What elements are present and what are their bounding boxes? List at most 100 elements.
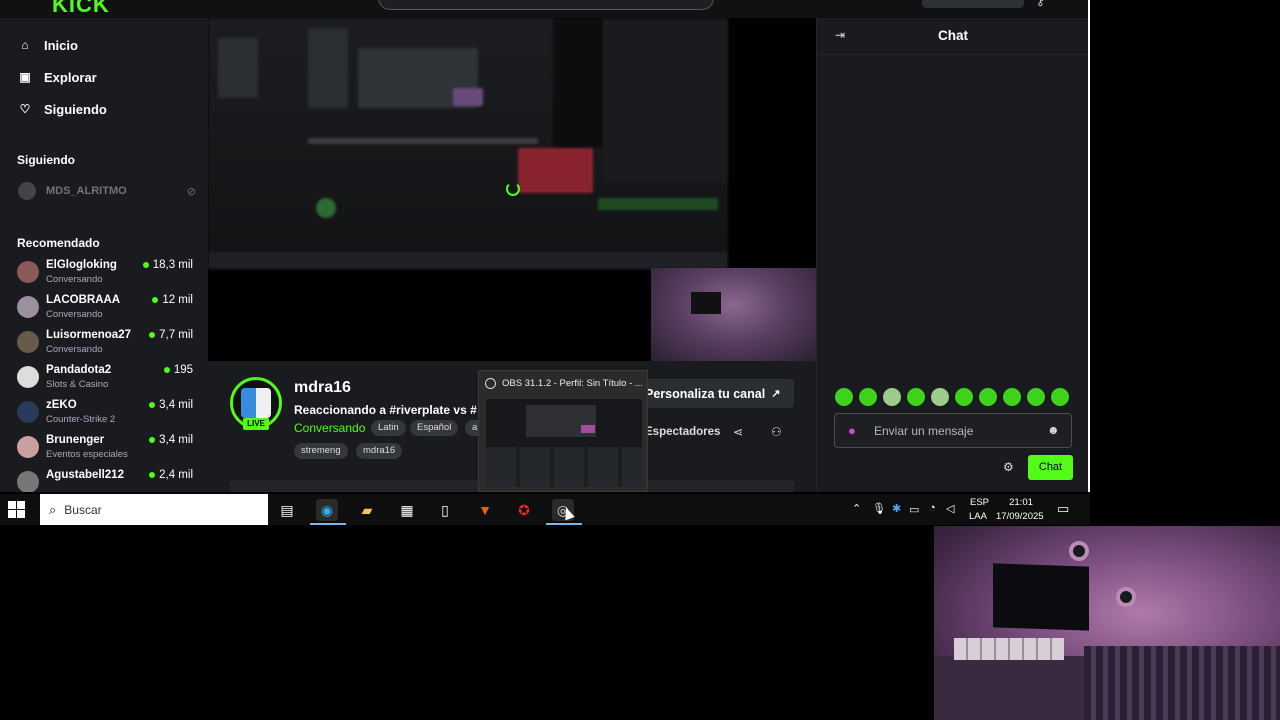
nav-item-siguiendo[interactable]: ♡ Siguiendo <box>18 97 107 121</box>
clock-time[interactable]: 21:01 <box>1009 497 1033 508</box>
avatar <box>17 366 39 388</box>
avatar <box>17 296 39 318</box>
chat-panel: ⇥ Chat ● Enviar un mensaje ☻ ⚙ Chat <box>816 18 1088 492</box>
stream-tag[interactable]: stremeng <box>294 443 348 459</box>
recommended-channel-item[interactable]: Pandadota2 Slots & Casino 195 <box>17 363 197 396</box>
avatar <box>18 182 36 200</box>
kick-logo[interactable]: KICK <box>52 0 110 18</box>
edge-browser-icon[interactable]: ◉ <box>316 499 338 521</box>
emote-icon[interactable] <box>955 388 973 406</box>
stream-tag[interactable]: Latin <box>371 420 406 436</box>
document-icon[interactable]: ▯ <box>434 499 456 521</box>
top-navbar: KICK ⚷ <box>0 0 1088 18</box>
channel-category: Conversando <box>46 274 103 285</box>
emote-icon[interactable] <box>883 388 901 406</box>
taskbar-thumbnail-popup[interactable]: OBS 31.1.2 - Perfil: Sin Título - ... <box>478 370 648 492</box>
thumbnail-title: OBS 31.1.2 - Perfil: Sin Título - ... <box>485 378 643 389</box>
channel-category: Conversando <box>46 309 103 320</box>
stream-tag[interactable]: Español <box>410 420 459 436</box>
recommended-section-title: Recomendado <box>17 236 100 250</box>
emote-icon[interactable] <box>835 388 853 406</box>
signup-button[interactable] <box>922 0 1024 8</box>
task-view-icon[interactable]: ▤ <box>276 499 298 521</box>
share-icon[interactable]: ⋖ <box>733 425 743 439</box>
brave-browser-icon[interactable]: ▼ <box>474 499 496 521</box>
stream-category-link[interactable]: Conversando <box>294 421 365 435</box>
recommended-channel-item[interactable]: LACOBRAAA Conversando 12 mil <box>17 293 197 326</box>
channel-category: Conversando <box>46 344 103 355</box>
loading-spinner-icon <box>506 182 520 196</box>
nav-item-label: Siguiendo <box>44 101 107 117</box>
avatar <box>17 261 39 283</box>
clock-date[interactable]: 17/09/2025 <box>996 511 1044 522</box>
chat-message-input[interactable]: ● Enviar un mensaje ☻ <box>834 413 1072 448</box>
channel-name: Brunenger <box>46 434 105 446</box>
offline-icon: ⊘ <box>186 185 196 198</box>
channel-name: Luisormenoa27 <box>46 329 131 341</box>
captured-taskbar <box>208 252 728 268</box>
taskbar-search-box[interactable]: ⌕ Buscar <box>40 494 268 525</box>
chat-send-button[interactable]: Chat <box>1028 455 1073 480</box>
viewer-count: 18,3 mil <box>143 259 193 271</box>
viewer-count: 3,4 mil <box>149 434 193 446</box>
emote-icon[interactable] <box>907 388 925 406</box>
viewer-count: 2,4 mil <box>149 469 193 481</box>
nav-item-inicio[interactable]: ⌂ Inicio <box>18 33 78 57</box>
channel-name[interactable]: mdra16 <box>294 379 351 397</box>
live-badge: LIVE <box>243 418 269 430</box>
notifications-icon[interactable]: ▭ <box>1057 501 1069 517</box>
add-user-icon[interactable]: ⚇ <box>771 425 782 439</box>
store-icon[interactable]: ▦ <box>396 499 418 521</box>
emote-icon[interactable] <box>931 388 949 406</box>
stream-tag[interactable]: mdra16 <box>356 443 403 459</box>
channel-category: Slots & Casino <box>46 379 109 390</box>
emote-icon[interactable] <box>1051 388 1069 406</box>
viewer-count: 12 mil <box>152 294 193 306</box>
keyboard-layout-indicator[interactable]: LAA <box>969 511 987 522</box>
recommended-channel-item[interactable]: ElGlogloking Conversando 18,3 mil <box>17 258 197 291</box>
language-indicator[interactable]: ESP <box>970 497 989 508</box>
gear-icon[interactable]: ⚙ <box>1003 460 1014 474</box>
emoji-icon[interactable]: ☻ <box>1047 423 1060 437</box>
site-search-input[interactable] <box>378 0 714 10</box>
battery-icon[interactable]: ▭ <box>909 503 919 516</box>
file-explorer-icon[interactable]: ▰ <box>356 499 378 521</box>
avatar <box>17 331 39 353</box>
obs-window-preview[interactable] <box>486 399 642 487</box>
customize-channel-button[interactable]: Personaliza tu canal ↗ <box>637 379 794 408</box>
tray-chevron-icon[interactable]: ⌃ <box>852 502 861 515</box>
chat-header: ⇥ Chat <box>817 18 1088 55</box>
active-app-indicator <box>310 523 346 525</box>
microphone-tray-icon[interactable]: 🎙 <box>872 502 886 515</box>
kick-window: KICK ⚷ ⌂ Inicio ▣ Explorar ♡ Siguiendo S… <box>0 0 1090 492</box>
wifi-icon[interactable]: ◔ <box>929 502 936 514</box>
recommended-channel-item[interactable]: Luisormenoa27 Conversando 7,7 mil <box>17 328 197 361</box>
followed-channel-item[interactable]: MDS_ALRITMO ⊘ <box>18 181 196 201</box>
thumbnail-title-text: OBS 31.1.2 - Perfil: Sin Título - ... <box>502 378 643 389</box>
volume-icon[interactable]: ◁ <box>946 502 954 515</box>
taskbar-search-placeholder: Buscar <box>64 502 102 517</box>
bluetooth-icon[interactable]: ✱ <box>892 502 901 515</box>
recommended-channel-item[interactable]: Agustabell212 2,4 mil <box>17 468 197 492</box>
recommended-channel-item[interactable]: zEKO Counter-Strike 2 3,4 mil <box>17 398 197 431</box>
stream-webcam-overlay <box>651 268 816 361</box>
nav-item-explorar[interactable]: ▣ Explorar <box>18 65 97 89</box>
customize-channel-label: Personaliza tu canal <box>645 386 766 401</box>
windows-start-icon[interactable] <box>8 501 25 518</box>
video-player[interactable] <box>208 18 816 361</box>
stream-title: Reaccionando a #riverplate vs # p <box>294 403 480 417</box>
channel-name: ElGlogloking <box>46 259 117 271</box>
recommended-channel-item[interactable]: Brunenger Eventos especiales 3,4 mil <box>17 433 197 466</box>
key-icon[interactable]: ⚷ <box>1036 0 1050 8</box>
emote-icon[interactable] <box>1003 388 1021 406</box>
app-red-icon[interactable]: ✪ <box>513 499 535 521</box>
emote-bar <box>835 388 1069 406</box>
search-icon: ⌕ <box>49 501 57 517</box>
microphone-icon[interactable]: ● <box>848 423 856 438</box>
avatar <box>17 471 39 492</box>
viewer-count: 7,7 mil <box>149 329 193 341</box>
emote-icon[interactable] <box>1027 388 1045 406</box>
nav-item-label: Explorar <box>44 69 97 85</box>
emote-icon[interactable] <box>979 388 997 406</box>
emote-icon[interactable] <box>859 388 877 406</box>
